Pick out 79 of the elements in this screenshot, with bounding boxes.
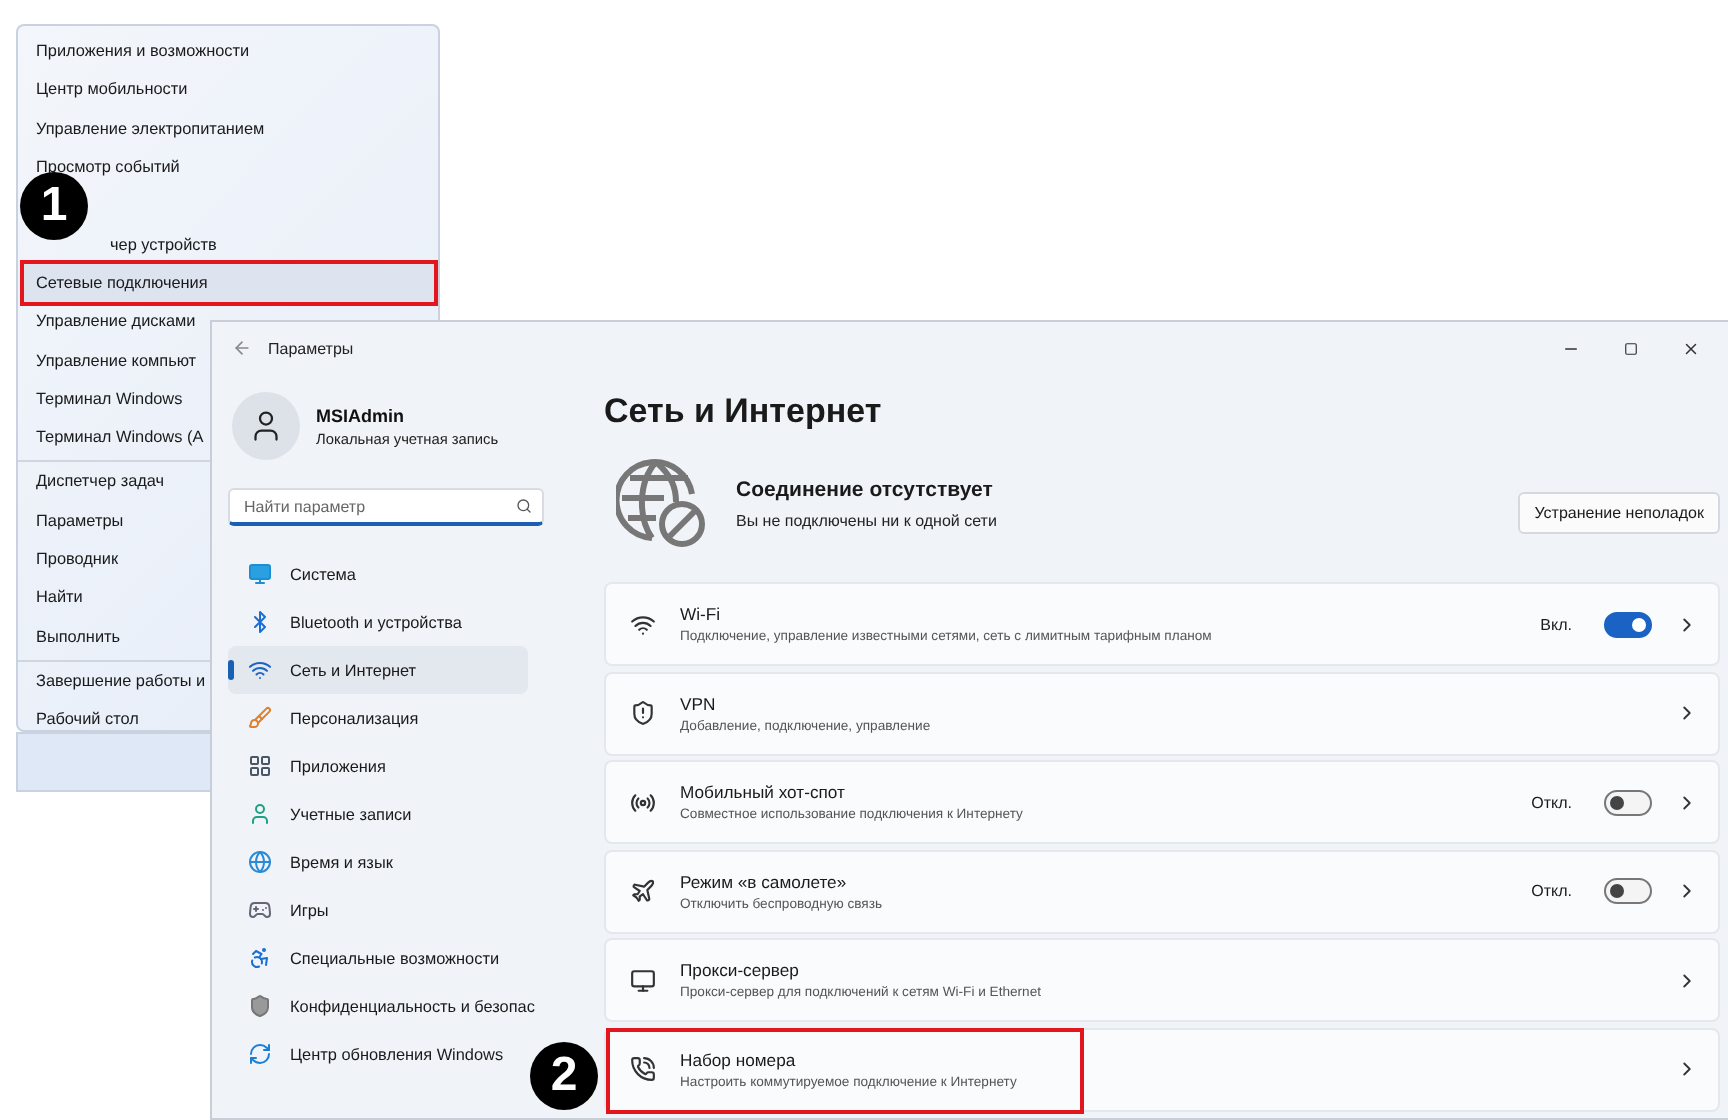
status-title: Соединение отсутствует bbox=[736, 478, 995, 502]
nav-item[interactable]: Система bbox=[228, 550, 528, 598]
nav-label: Персонализация bbox=[290, 709, 419, 727]
menu-item[interactable]: Центр мобильности bbox=[24, 70, 194, 110]
menu-item[interactable]: Управление компьют bbox=[24, 340, 203, 380]
brush-icon bbox=[248, 706, 272, 730]
card-title: Мобильный хот-спот bbox=[680, 782, 847, 802]
menu-item[interactable]: Терминал Windows bbox=[24, 379, 189, 418]
nav-item[interactable]: Bluetooth и устройства bbox=[228, 598, 528, 646]
menu-item[interactable]: Диспетчер задач bbox=[24, 462, 171, 502]
apps-icon bbox=[248, 754, 272, 778]
nav-item[interactable]: Специальные возможности bbox=[228, 934, 528, 982]
toggle-switch[interactable] bbox=[1604, 789, 1652, 815]
window-title: Параметры bbox=[268, 339, 356, 357]
menu-item[interactable]: Управление дисками bbox=[24, 302, 202, 341]
menu-item[interactable]: Завершение работы и bbox=[24, 661, 212, 701]
wifi-icon bbox=[630, 611, 656, 637]
maximize-icon bbox=[1623, 341, 1637, 355]
account-name: MSIAdmin bbox=[316, 405, 406, 425]
toggle-switch[interactable] bbox=[1604, 878, 1652, 904]
menu-item[interactable]: Найти bbox=[24, 578, 89, 617]
bluetooth-icon bbox=[248, 610, 272, 634]
nav-item[interactable]: Персонализация bbox=[228, 694, 528, 742]
nav-label: Приложения bbox=[290, 757, 386, 775]
search-icon bbox=[516, 498, 532, 514]
nav-item[interactable]: Приложения bbox=[228, 742, 528, 790]
nav-item[interactable]: Время и язык bbox=[228, 838, 528, 886]
card-title: Режим «в самолете» bbox=[680, 871, 849, 891]
accessibility-icon bbox=[248, 946, 272, 970]
card-title: Wi-Fi bbox=[680, 604, 723, 624]
hotspot-icon bbox=[630, 789, 656, 815]
troubleshoot-button[interactable]: Устранение неполадок bbox=[1518, 491, 1720, 533]
shield-icon bbox=[248, 994, 272, 1018]
user-icon bbox=[248, 802, 272, 826]
search-input[interactable]: Найти параметр bbox=[240, 495, 516, 517]
status-subtitle: Вы не подключены ни к одной сети bbox=[736, 512, 999, 530]
nav-label: Учетные записи bbox=[290, 805, 412, 823]
menu-item[interactable]: Сетевые подключения bbox=[24, 263, 434, 303]
toggle-state-label: Откл. bbox=[1531, 882, 1572, 900]
card-title: Набор номера bbox=[680, 1049, 798, 1069]
nav-label: Время и язык bbox=[290, 853, 393, 871]
nav-item[interactable]: Учетные записи bbox=[228, 790, 528, 838]
avatar bbox=[232, 392, 300, 460]
menu-item[interactable]: Параметры bbox=[24, 501, 130, 540]
menu-item[interactable]: Проводник bbox=[24, 539, 125, 579]
close-icon bbox=[1681, 339, 1699, 357]
proxy-icon bbox=[630, 967, 656, 993]
phone-icon bbox=[630, 1056, 656, 1082]
toggle-state-label: Вкл. bbox=[1540, 615, 1572, 633]
back-icon[interactable] bbox=[232, 338, 252, 358]
toggle-switch[interactable] bbox=[1604, 611, 1652, 637]
nav-item[interactable]: Игры bbox=[228, 886, 528, 934]
monitor-icon bbox=[248, 562, 272, 586]
nav-label: Bluetooth и устройства bbox=[290, 613, 462, 631]
gamepad-icon bbox=[248, 898, 272, 922]
nav-label: Конфиденциальность и безопас bbox=[290, 997, 535, 1015]
nav-item[interactable]: Сеть и Интернет bbox=[228, 646, 528, 694]
toggle-state-label: Откл. bbox=[1531, 793, 1572, 811]
card-title: Прокси-сервер bbox=[680, 960, 801, 980]
page-title: Сеть и Интернет bbox=[604, 392, 884, 432]
nav-item[interactable]: Центр обновления Windows bbox=[228, 1030, 528, 1078]
menu-item[interactable]: Рабочий стол bbox=[24, 700, 145, 739]
menu-item[interactable]: Терминал Windows (А bbox=[24, 417, 210, 457]
shield-icon bbox=[630, 700, 656, 726]
search-field[interactable]: Найти параметр bbox=[228, 488, 544, 526]
nav-label: Специальные возможности bbox=[290, 949, 500, 967]
nav-label: Игры bbox=[290, 901, 329, 919]
menu-item[interactable]: чер устройств bbox=[98, 224, 223, 264]
card-title: VPN bbox=[680, 693, 718, 713]
nav-label: Система bbox=[290, 565, 356, 583]
menu-item[interactable]: Приложения и возможности bbox=[24, 32, 256, 71]
menu-item[interactable]: Выполнить bbox=[24, 616, 127, 656]
globe-blocked-icon bbox=[616, 458, 708, 550]
menu-item[interactable]: Управление электропитанием bbox=[24, 109, 271, 148]
globe-icon bbox=[248, 850, 272, 874]
update-icon bbox=[248, 1042, 272, 1066]
airplane-icon bbox=[630, 878, 656, 904]
nav-label: Центр обновления Windows bbox=[290, 1045, 504, 1063]
nav-label: Сеть и Интернет bbox=[290, 661, 417, 679]
